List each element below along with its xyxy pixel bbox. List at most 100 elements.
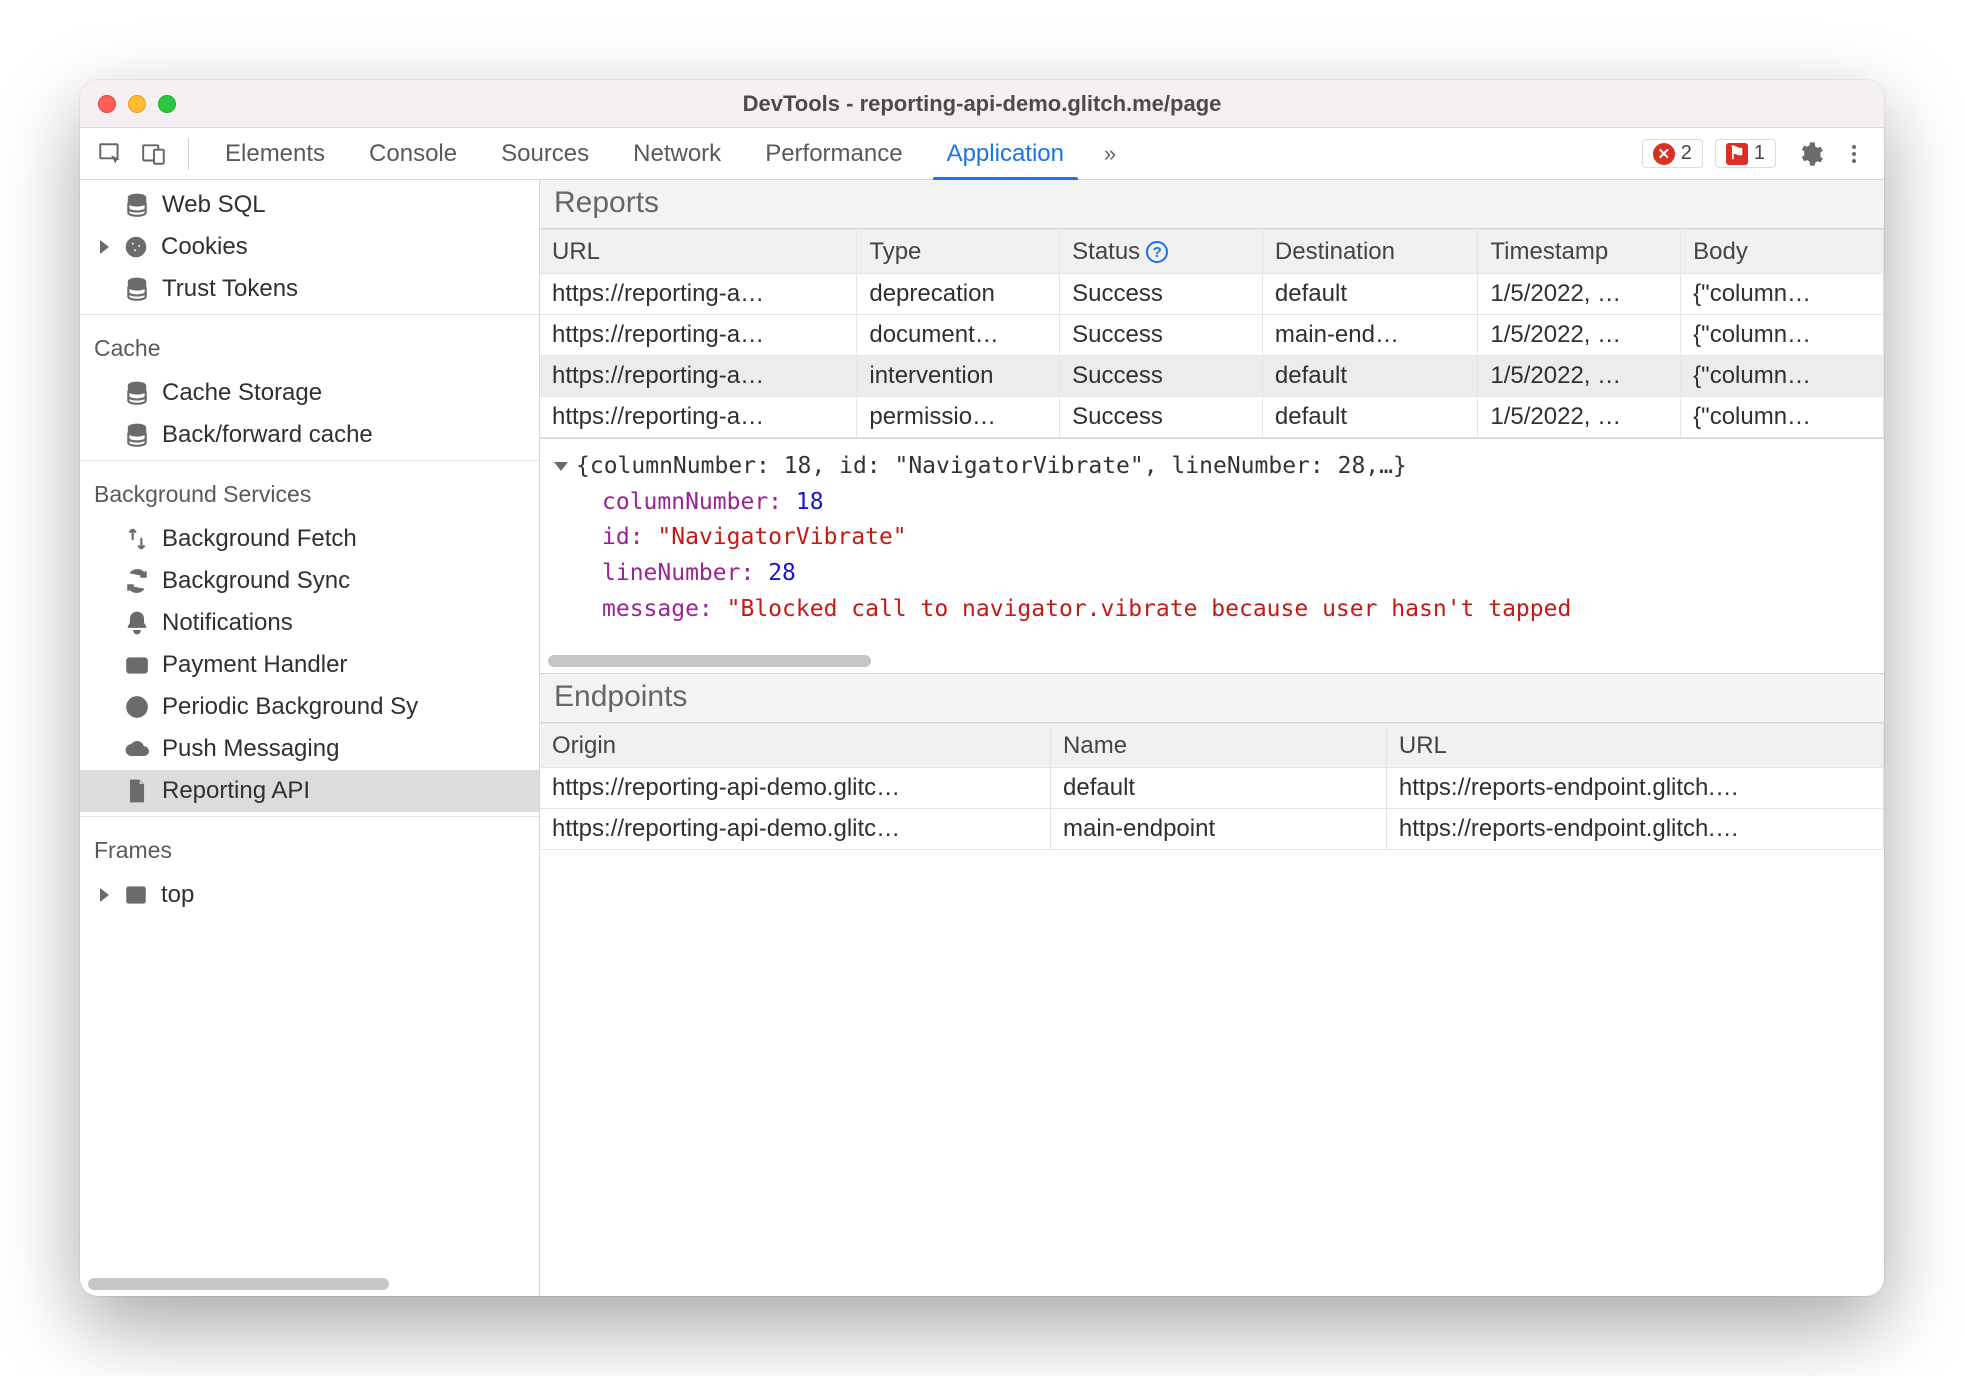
more-menu-button[interactable] xyxy=(1834,134,1874,174)
inspect-element-button[interactable] xyxy=(90,134,130,174)
error-icon: ✕ xyxy=(1653,143,1675,165)
sidebar-item-push-messaging[interactable]: Push Messaging xyxy=(80,728,539,770)
cell: https://reports-endpoint.glitch.… xyxy=(1386,768,1883,809)
tab-sources[interactable]: Sources xyxy=(479,128,611,179)
cell: https://reporting-api-demo.glitc… xyxy=(540,768,1051,809)
cell: Success xyxy=(1060,356,1263,397)
item-label: top xyxy=(161,881,194,909)
cell: https://reporting-a… xyxy=(540,356,857,397)
table-header-row: URL Type Status? Destination Timestamp B… xyxy=(540,230,1884,274)
item-label: Background Fetch xyxy=(162,525,357,553)
table-row[interactable]: https://reporting-a…interventionSuccessd… xyxy=(540,356,1884,397)
item-label: Push Messaging xyxy=(162,735,339,763)
fetch-icon xyxy=(124,526,150,552)
prop-id[interactable]: id: "NavigatorVibrate" xyxy=(554,520,1870,556)
endpoints-heading: Endpoints xyxy=(540,674,1884,723)
help-icon[interactable]: ? xyxy=(1146,241,1168,263)
bell-icon xyxy=(124,610,150,636)
prop-message[interactable]: message: "Blocked call to navigator.vibr… xyxy=(554,592,1870,628)
expand-arrow-icon xyxy=(100,240,109,254)
sidebar-item-bg-sync[interactable]: Background Sync xyxy=(80,560,539,602)
col-name[interactable]: Name xyxy=(1051,724,1387,768)
database-icon xyxy=(124,422,150,448)
table-row[interactable]: https://reporting-api-demo.glitc…default… xyxy=(540,768,1884,809)
sidebar-item-bf-cache[interactable]: Back/forward cache xyxy=(80,414,539,456)
cookie-icon xyxy=(123,234,149,260)
col-type[interactable]: Type xyxy=(857,230,1060,274)
close-window-button[interactable] xyxy=(98,95,116,113)
col-origin[interactable]: Origin xyxy=(540,724,1051,768)
sidebar-item-bg-fetch[interactable]: Background Fetch xyxy=(80,518,539,560)
sidebar-item-periodic-bg-sync[interactable]: Periodic Background Sy xyxy=(80,686,539,728)
item-label: Background Sync xyxy=(162,567,350,595)
sidebar-item-trust-tokens[interactable]: Trust Tokens xyxy=(80,268,539,310)
panel-tabs: Elements Console Sources Network Perform… xyxy=(203,128,1086,179)
tab-performance[interactable]: Performance xyxy=(743,128,924,179)
cell: document… xyxy=(857,315,1060,356)
col-body[interactable]: Body xyxy=(1681,230,1884,274)
toolbar-separator xyxy=(188,138,189,170)
table-row[interactable]: https://reporting-a…deprecationSuccessde… xyxy=(540,274,1884,315)
col-timestamp[interactable]: Timestamp xyxy=(1478,230,1681,274)
sidebar-item-payment-handler[interactable]: Payment Handler xyxy=(80,644,539,686)
window-title: DevTools - reporting-api-demo.glitch.me/… xyxy=(80,91,1884,117)
tab-network[interactable]: Network xyxy=(611,128,743,179)
cell: main-endpoint xyxy=(1051,809,1387,850)
sidebar-item-reporting-api[interactable]: Reporting API xyxy=(80,770,539,812)
item-label: Payment Handler xyxy=(162,651,347,679)
cell: default xyxy=(1262,274,1477,315)
table-row[interactable]: https://reporting-api-demo.glitc…main-en… xyxy=(540,809,1884,850)
report-body-viewer: {columnNumber: 18, id: "NavigatorVibrate… xyxy=(540,438,1884,674)
application-sidebar: Web SQL Cookies Trust Tokens Cache Cache… xyxy=(80,180,540,1296)
sidebar-item-cache-storage[interactable]: Cache Storage xyxy=(80,372,539,414)
item-label: Notifications xyxy=(162,609,293,637)
col-url[interactable]: URL xyxy=(540,230,857,274)
card-icon xyxy=(124,652,150,678)
col-status[interactable]: Status? xyxy=(1060,230,1263,274)
prop-lineNumber[interactable]: lineNumber: 28 xyxy=(554,556,1870,592)
tabs-overflow-button[interactable]: » xyxy=(1090,134,1130,174)
expand-arrow-icon xyxy=(554,462,568,471)
viewer-horizontal-scrollbar[interactable] xyxy=(548,655,871,667)
issue-icon: ⚑ xyxy=(1726,143,1748,165)
error-count: 2 xyxy=(1681,142,1692,165)
col-url[interactable]: URL xyxy=(1386,724,1883,768)
item-label: Back/forward cache xyxy=(162,421,373,449)
settings-button[interactable] xyxy=(1790,134,1830,174)
table-row[interactable]: https://reporting-a…document…Successmain… xyxy=(540,315,1884,356)
prop-columnNumber[interactable]: columnNumber: 18 xyxy=(554,485,1870,521)
cell: default xyxy=(1262,356,1477,397)
tab-application[interactable]: Application xyxy=(925,128,1086,179)
sidebar-item-notifications[interactable]: Notifications xyxy=(80,602,539,644)
cell: https://reports-endpoint.glitch.… xyxy=(1386,809,1883,850)
device-toolbar-button[interactable] xyxy=(134,134,174,174)
minimize-window-button[interactable] xyxy=(128,95,146,113)
cell: main-end… xyxy=(1262,315,1477,356)
sidebar-item-web-sql[interactable]: Web SQL xyxy=(80,184,539,226)
cell: 1/5/2022, … xyxy=(1478,397,1681,438)
cell: permissio… xyxy=(857,397,1060,438)
table-row[interactable]: https://reporting-a…permissio…Successdef… xyxy=(540,397,1884,438)
col-destination[interactable]: Destination xyxy=(1262,230,1477,274)
tab-console[interactable]: Console xyxy=(347,128,479,179)
cell: Success xyxy=(1060,274,1263,315)
sidebar-item-top-frame[interactable]: top xyxy=(80,874,539,916)
item-label: Reporting API xyxy=(162,777,310,805)
expand-arrow-icon xyxy=(100,888,109,902)
cell: 1/5/2022, … xyxy=(1478,315,1681,356)
object-summary[interactable]: {columnNumber: 18, id: "NavigatorVibrate… xyxy=(554,449,1870,485)
sidebar-item-cookies[interactable]: Cookies xyxy=(80,226,539,268)
group-cache: Cache xyxy=(80,319,539,372)
frame-icon xyxy=(123,882,149,908)
group-bg-services: Background Services xyxy=(80,465,539,518)
tab-elements[interactable]: Elements xyxy=(203,128,347,179)
cell: deprecation xyxy=(857,274,1060,315)
devtools-toolbar: Elements Console Sources Network Perform… xyxy=(80,128,1884,180)
maximize-window-button[interactable] xyxy=(158,95,176,113)
cell: default xyxy=(1262,397,1477,438)
sidebar-scrollbar[interactable] xyxy=(88,1278,531,1290)
issues-badge[interactable]: ⚑ 1 xyxy=(1715,139,1776,168)
cell: 1/5/2022, … xyxy=(1478,274,1681,315)
errors-badge[interactable]: ✕ 2 xyxy=(1642,139,1703,168)
cell: {"column… xyxy=(1681,274,1884,315)
